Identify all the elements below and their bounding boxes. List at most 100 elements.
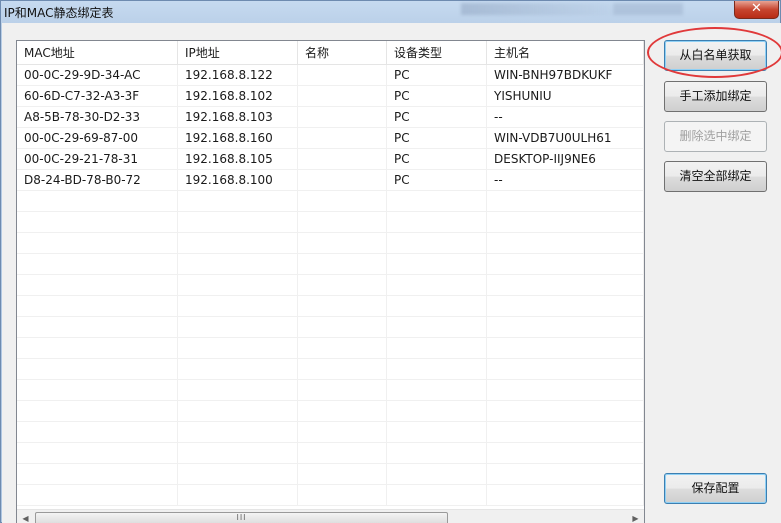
scroll-right-icon[interactable]: ▶ (627, 510, 644, 523)
cell-device-type (387, 380, 487, 401)
cell-name (298, 170, 387, 191)
table-row[interactable] (17, 233, 644, 254)
cell-device-type (387, 212, 487, 233)
cell-name (298, 191, 387, 212)
cell-ip (178, 254, 298, 275)
cell-hostname (487, 317, 644, 338)
cell-hostname (487, 359, 644, 380)
cell-ip: 192.168.8.103 (178, 107, 298, 128)
cell-mac (17, 422, 178, 443)
cell-hostname: WIN-VDB7U0ULH61 (487, 128, 644, 149)
clear-all-bindings-button[interactable]: 清空全部绑定 (664, 161, 767, 192)
cell-name (298, 212, 387, 233)
cell-device-type (387, 296, 487, 317)
cell-mac (17, 359, 178, 380)
table-row[interactable]: 60-6D-C7-32-A3-3F 192.168.8.102 PC YISHUNIU (17, 86, 644, 107)
cell-ip: 192.168.8.105 (178, 149, 298, 170)
cell-mac (17, 338, 178, 359)
title-bar[interactable]: IP和MAC静态绑定表 ✕ (1, 1, 780, 23)
table-row[interactable] (17, 317, 644, 338)
table-row[interactable]: D8-24-BD-78-B0-72 192.168.8.100 PC -- (17, 170, 644, 191)
scroll-left-icon[interactable]: ◀ (17, 510, 34, 523)
cell-hostname (487, 338, 644, 359)
cell-hostname (487, 296, 644, 317)
column-header-hostname[interactable]: 主机名 (487, 41, 644, 65)
cell-name (298, 86, 387, 107)
cell-ip: 192.168.8.122 (178, 65, 298, 86)
table-row[interactable] (17, 380, 644, 401)
table-row[interactable] (17, 212, 644, 233)
cell-name (298, 128, 387, 149)
table-row[interactable] (17, 254, 644, 275)
binding-table: MAC地址 IP地址 名称 设备类型 主机名 00-0C-29-9D-34-AC… (16, 40, 645, 523)
cell-device-type (387, 485, 487, 506)
table-row[interactable]: 00-0C-29-69-87-00 192.168.8.160 PC WIN-VDB7… (17, 128, 644, 149)
cell-mac: 00-0C-29-69-87-00 (17, 128, 178, 149)
cell-ip (178, 317, 298, 338)
cell-device-type (387, 359, 487, 380)
cell-name (298, 401, 387, 422)
column-header-name[interactable]: 名称 (298, 41, 387, 65)
save-config-button[interactable]: 保存配置 (664, 473, 767, 504)
cell-hostname (487, 380, 644, 401)
cell-mac (17, 443, 178, 464)
cell-hostname (487, 464, 644, 485)
cell-ip (178, 443, 298, 464)
cell-mac (17, 464, 178, 485)
cell-ip (178, 464, 298, 485)
cell-hostname: DESKTOP-IIJ9NE6 (487, 149, 644, 170)
table-row[interactable] (17, 485, 644, 506)
table-row[interactable] (17, 401, 644, 422)
cell-device-type: PC (387, 149, 487, 170)
cell-mac: 00-0C-29-21-78-31 (17, 149, 178, 170)
cell-hostname (487, 191, 644, 212)
cell-name (298, 275, 387, 296)
table-row[interactable] (17, 275, 644, 296)
cell-device-type: PC (387, 65, 487, 86)
cell-device-type: PC (387, 86, 487, 107)
cell-device-type (387, 464, 487, 485)
table-row[interactable] (17, 443, 644, 464)
table-row[interactable] (17, 422, 644, 443)
table-row[interactable] (17, 359, 644, 380)
cell-ip (178, 485, 298, 506)
table-row[interactable]: 00-0C-29-9D-34-AC 192.168.8.122 PC WIN-BNH9… (17, 65, 644, 86)
cell-ip: 192.168.8.160 (178, 128, 298, 149)
delete-selected-binding-button[interactable]: 删除选中绑定 (664, 121, 767, 152)
column-header-mac[interactable]: MAC地址 (17, 41, 178, 65)
cell-device-type: PC (387, 170, 487, 191)
cell-device-type (387, 317, 487, 338)
cell-name (298, 107, 387, 128)
table-header: MAC地址 IP地址 名称 设备类型 主机名 (17, 41, 644, 65)
import-from-whitelist-button[interactable]: 从白名单获取 (664, 40, 767, 71)
window-title: IP和MAC静态绑定表 (4, 6, 114, 20)
horizontal-scrollbar[interactable]: ◀ III ▶ (17, 509, 644, 523)
table-row[interactable] (17, 296, 644, 317)
table-row[interactable] (17, 464, 644, 485)
cell-hostname (487, 443, 644, 464)
cell-hostname (487, 212, 644, 233)
cell-ip (178, 233, 298, 254)
table-row[interactable]: 00-0C-29-21-78-31 192.168.8.105 PC DESKTOP-… (17, 149, 644, 170)
column-header-device-type[interactable]: 设备类型 (387, 41, 487, 65)
cell-ip (178, 338, 298, 359)
cell-ip: 192.168.8.100 (178, 170, 298, 191)
scrollbar-thumb[interactable]: III (35, 512, 448, 523)
cell-hostname: -- (487, 170, 644, 191)
close-button[interactable]: ✕ (734, 1, 779, 19)
title-bar-blur (613, 3, 683, 15)
table-row[interactable]: A8-5B-78-30-D2-33 192.168.8.103 PC -- (17, 107, 644, 128)
cell-ip (178, 275, 298, 296)
table-row[interactable] (17, 191, 644, 212)
column-header-ip[interactable]: IP地址 (178, 41, 298, 65)
manual-add-binding-button[interactable]: 手工添加绑定 (664, 81, 767, 112)
cell-name (298, 422, 387, 443)
cell-hostname (487, 401, 644, 422)
cell-name (298, 464, 387, 485)
cell-ip (178, 401, 298, 422)
cell-mac: A8-5B-78-30-D2-33 (17, 107, 178, 128)
cell-name (298, 380, 387, 401)
table-row[interactable] (17, 338, 644, 359)
cell-mac (17, 401, 178, 422)
cell-ip (178, 191, 298, 212)
